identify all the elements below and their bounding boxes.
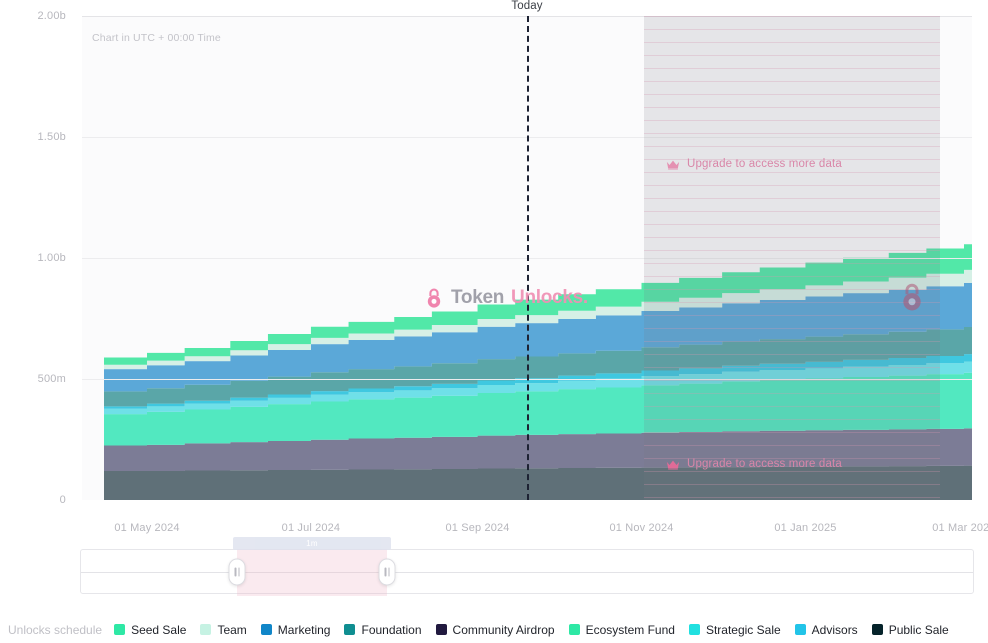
x-axis: 01 May 2024 01 Jul 2024 01 Sep 2024 01 Nov … — [0, 522, 988, 540]
x-axis-tick-label: 01 Jan 2025 — [774, 522, 836, 534]
chart-legend: Unlocks schedule Seed Sale Team Marketing F… — [0, 616, 988, 643]
legend-title: Unlocks schedule — [8, 623, 102, 637]
legend-item-seed-sale[interactable]: Seed Sale — [114, 623, 186, 637]
legend-swatch-icon — [344, 624, 355, 635]
slider-selected-range[interactable] — [237, 549, 387, 596]
upgrade-prompt-bottom-label: Upgrade to access more data — [687, 458, 842, 470]
locked-data-overlay[interactable]: Upgrade to access more data Upgrade to a… — [644, 16, 940, 500]
legend-swatch-icon — [795, 624, 806, 635]
legend-item-foundation[interactable]: Foundation — [344, 623, 421, 637]
legend-swatch-icon — [261, 624, 272, 635]
legend-item-marketing[interactable]: Marketing — [261, 623, 331, 637]
legend-swatch-icon — [872, 624, 883, 635]
today-marker-line — [527, 16, 529, 500]
legend-item-advisors[interactable]: Advisors — [795, 623, 858, 637]
upgrade-prompt-top[interactable]: Upgrade to access more data — [644, 158, 940, 170]
upgrade-prompt-bottom[interactable]: Upgrade to access more data — [644, 458, 940, 470]
x-axis-tick-label: 01 Mar 2025 — [932, 522, 988, 534]
legend-item-public-sale[interactable]: Public Sale — [872, 623, 949, 637]
x-axis-tick-label: 01 Jul 2024 — [282, 522, 341, 534]
time-range-slider[interactable]: 1m — [80, 549, 974, 594]
x-axis-tick-label: 01 May 2024 — [114, 522, 179, 534]
handle-grip-line — [238, 567, 240, 576]
handle-grip-line — [385, 567, 387, 576]
handle-grip-line — [235, 567, 237, 576]
y-axis-tick-label: 0 — [60, 494, 66, 506]
legend-swatch-icon — [569, 624, 580, 635]
legend-item-label: Seed Sale — [131, 623, 186, 637]
legend-item-label: Team — [217, 623, 246, 637]
legend-swatch-icon — [114, 624, 125, 635]
upgrade-prompt-top-label: Upgrade to access more data — [687, 158, 842, 170]
unlocks-chart-page: Today 0 500m 1.00b 1.50b 2.00b Chart in UTC … — [0, 0, 988, 643]
x-axis-tick-label: 01 Nov 2024 — [609, 522, 673, 534]
slider-track — [81, 572, 973, 573]
legend-item-label: Ecosystem Fund — [586, 623, 675, 637]
legend-item-label: Marketing — [278, 623, 331, 637]
y-axis-tick-label: 1.00b — [37, 252, 66, 264]
slider-range-tooltip-label: 1m — [306, 539, 318, 548]
legend-item-community-airdrop[interactable]: Community Airdrop — [436, 623, 555, 637]
locked-stripes — [644, 16, 940, 500]
legend-swatch-icon — [200, 624, 211, 635]
y-axis: 0500m1.00b1.50b2.00b — [0, 16, 74, 500]
range-start-handle[interactable] — [229, 558, 246, 585]
crown-icon — [666, 459, 680, 470]
legend-item-label: Foundation — [361, 623, 421, 637]
range-end-handle[interactable] — [379, 558, 396, 585]
handle-grip-line — [388, 567, 390, 576]
legend-item-strategic-sale[interactable]: Strategic Sale — [689, 623, 781, 637]
y-axis-tick-label: 2.00b — [37, 10, 66, 22]
chart-timezone-note: Chart in UTC + 00:00 Time — [92, 32, 221, 44]
legend-item-ecosystem-fund[interactable]: Ecosystem Fund — [569, 623, 675, 637]
x-axis-tick-label: 01 Sep 2024 — [446, 522, 510, 534]
legend-swatch-icon — [436, 624, 447, 635]
legend-item-label: Community Airdrop — [453, 623, 555, 637]
slider-range-tooltip: 1m — [233, 537, 391, 550]
legend-item-team[interactable]: Team — [200, 623, 246, 637]
legend-item-label: Strategic Sale — [706, 623, 781, 637]
y-axis-tick-label: 1.50b — [37, 131, 66, 143]
legend-item-label: Public Sale — [889, 623, 949, 637]
legend-item-label: Advisors — [812, 623, 858, 637]
today-marker-label: Today — [511, 0, 542, 12]
y-axis-tick-label: 500m — [38, 373, 66, 385]
crown-icon — [666, 159, 680, 170]
legend-swatch-icon — [689, 624, 700, 635]
